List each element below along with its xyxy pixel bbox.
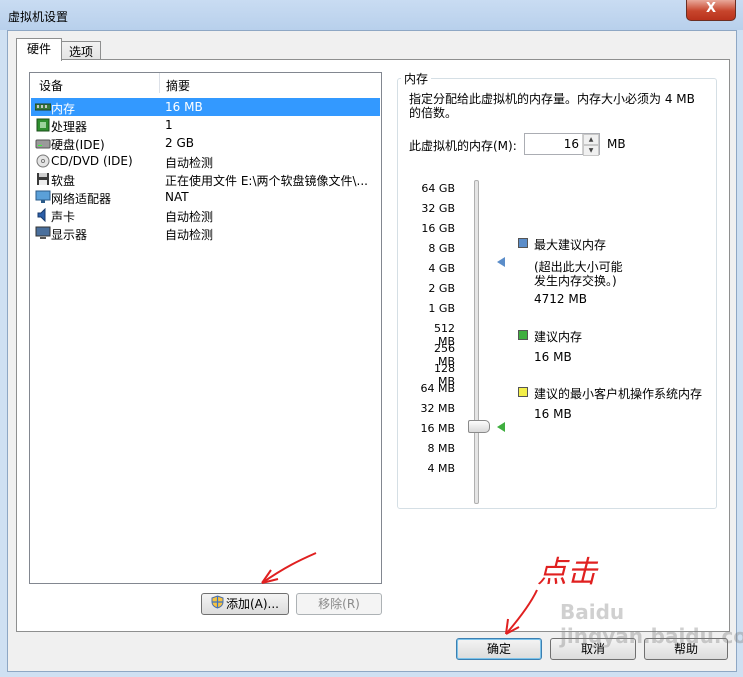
annotation-arrows xyxy=(261,552,538,635)
tab-hardware[interactable]: 硬件 xyxy=(16,38,62,61)
watermark-logo: Baidu jingyan.baidu.com xyxy=(560,600,743,648)
watermark-text: Baidu jingyan.baidu.com xyxy=(560,600,743,648)
handwritten-annotation: 点击 xyxy=(537,555,597,590)
